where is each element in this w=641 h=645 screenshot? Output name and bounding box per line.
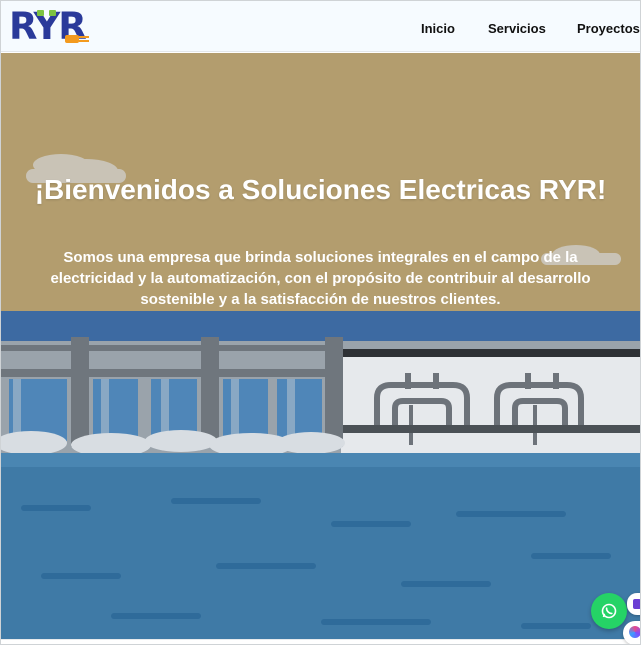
ryr-logo[interactable]: RYR [9,7,95,47]
assistant-icon [629,626,640,638]
nav-proyectos[interactable]: Proyectos [577,21,640,36]
logo-letter-r1: R [9,5,36,48]
whatsapp-icon [601,603,617,619]
page-frame: RYR Inicio Servicios Proyectos ¡Bienveni… [0,0,641,645]
plug-icon [65,35,95,43]
hero-title: ¡Bienvenidos a Soluciones Electricas RYR… [34,174,607,205]
site-header: RYR Inicio Servicios Proyectos [1,1,640,52]
assistant-button[interactable] [623,621,640,644]
nav-inicio[interactable]: Inicio [421,21,455,36]
nav-servicios[interactable]: Servicios [488,21,546,36]
hero-section: ¡Bienvenidos a Soluciones Electricas RYR… [1,53,640,639]
logo-green-dots [37,10,59,16]
chat-widget-icon [633,599,640,609]
page-bottom-strip [1,639,640,644]
hero-subtitle: Somos una empresa que brinda soluciones … [50,249,591,308]
chat-widget-button[interactable] [627,593,640,615]
hydro-dam-illustration [1,53,640,639]
whatsapp-button[interactable] [591,593,627,629]
